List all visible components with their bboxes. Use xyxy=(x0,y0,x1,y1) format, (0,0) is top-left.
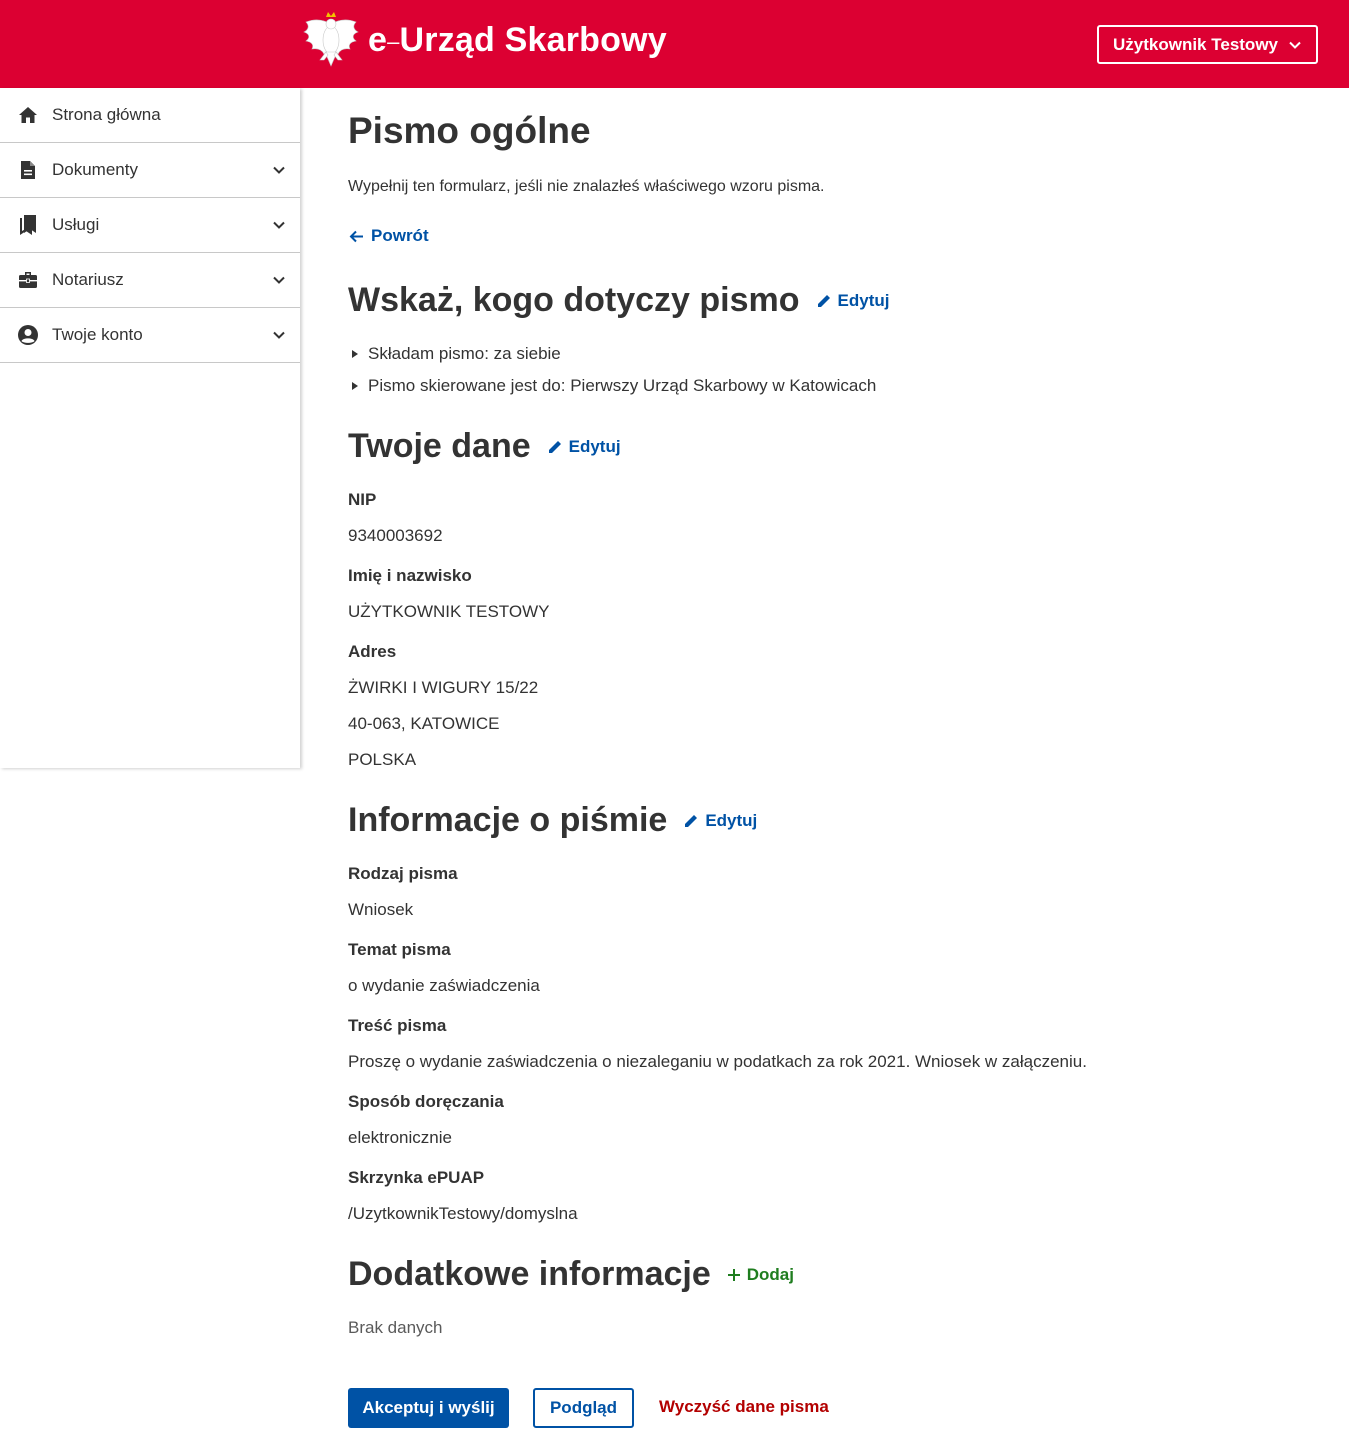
preview-button[interactable]: Podgląd xyxy=(533,1388,634,1428)
user-menu-label: Użytkownik Testowy xyxy=(1113,34,1278,54)
user-menu-button[interactable]: Użytkownik Testowy xyxy=(1097,25,1318,64)
sidebar-item-documents[interactable]: Dokumenty xyxy=(0,143,300,198)
chevron-down-icon xyxy=(273,221,285,229)
delivery-method-value: elektronicznie xyxy=(348,1128,452,1147)
edit-link-label: Edytuj xyxy=(568,436,621,456)
list-item-text: Składam pismo: za siebie xyxy=(368,344,561,363)
epuap-box-label: Skrzynka ePUAP xyxy=(348,1168,485,1187)
home-icon xyxy=(17,104,39,126)
bullet-triangle-icon xyxy=(352,382,358,390)
nip-value: 9340003692 xyxy=(348,526,443,545)
letter-type-label: Rodzaj pisma xyxy=(348,864,458,883)
edit-your-data-link[interactable]: Edytuj xyxy=(547,437,621,457)
back-link-label: Powrót xyxy=(371,226,429,245)
sidebar-item-label: Twoje konto xyxy=(52,325,143,344)
brand-dash: – xyxy=(387,29,400,54)
bullet-triangle-icon xyxy=(352,350,358,358)
list-item: Pismo skierowane jest do: Pierwszy Urząd… xyxy=(352,376,876,396)
name-label: Imię i nazwisko xyxy=(348,566,472,585)
back-link[interactable]: Powrót xyxy=(348,226,429,246)
address-line-2: 40-063, KATOWICE xyxy=(348,714,500,733)
document-icon xyxy=(17,159,39,181)
pencil-icon xyxy=(685,814,698,827)
brand-name: Urząd Skarbowy xyxy=(399,21,667,59)
sidebar-item-services[interactable]: Usługi xyxy=(0,198,300,253)
section-heading-text: Informacje o piśmie xyxy=(348,801,668,839)
chevron-down-icon xyxy=(1289,41,1301,49)
nip-label: NIP xyxy=(348,490,377,509)
section-heading-letter-info: Informacje o piśmie Edytuj xyxy=(348,801,757,840)
section-heading-text: Wskaż, kogo dotyczy pismo xyxy=(348,281,800,319)
sidebar-item-label: Strona główna xyxy=(52,105,161,124)
section-heading-additional-info: Dodatkowe informacje Dodaj xyxy=(348,1255,794,1294)
plus-icon xyxy=(727,1268,740,1281)
name-value: UŻYTKOWNIK TESTOWY xyxy=(348,602,550,621)
page-title: Pismo ogólne xyxy=(348,110,591,151)
list-item-text: Pismo skierowane jest do: Pierwszy Urząd… xyxy=(368,376,877,395)
pencil-icon xyxy=(817,294,830,307)
add-additional-info-link[interactable]: Dodaj xyxy=(727,1265,794,1285)
section-heading-text: Dodatkowe informacje xyxy=(348,1255,711,1293)
arrow-left-icon xyxy=(349,230,363,242)
sidebar-item-home[interactable]: Strona główna xyxy=(0,88,300,143)
epuap-box-value: /UzytkownikTestowy/domyslna xyxy=(348,1204,578,1223)
bookmarks-icon xyxy=(17,214,39,236)
sidebar-item-notary[interactable]: Notariusz xyxy=(0,253,300,308)
pencil-icon xyxy=(548,440,561,453)
sidebar-item-label: Dokumenty xyxy=(52,160,138,179)
account-icon xyxy=(17,324,39,346)
section-heading-your-data: Twoje dane Edytuj xyxy=(348,427,621,466)
address-line-1: ŻWIRKI I WIGURY 15/22 xyxy=(348,678,539,697)
edit-recipient-link[interactable]: Edytuj xyxy=(816,290,890,311)
delivery-method-label: Sposób doręczania xyxy=(348,1092,504,1111)
edit-link-label: Edytuj xyxy=(705,810,758,830)
brand-prefix: e xyxy=(368,21,388,59)
chevron-down-icon xyxy=(273,331,285,339)
sidebar-item-account[interactable]: Twoje konto xyxy=(0,308,300,363)
letter-content-value: Proszę o wydanie zaświadczenia o niezale… xyxy=(348,1052,1087,1071)
briefcase-icon xyxy=(17,269,39,291)
letter-subject-label: Temat pisma xyxy=(348,940,451,959)
no-data-text: Brak danych xyxy=(348,1318,443,1337)
accept-and-send-button[interactable]: Akceptuj i wyślij xyxy=(348,1388,509,1428)
address-line-3: POLSKA xyxy=(348,750,417,769)
brand-title[interactable]: e–Urząd Skarbowy xyxy=(368,21,667,60)
letter-type-value: Wniosek xyxy=(348,900,414,919)
section-heading-recipient: Wskaż, kogo dotyczy pismo Edytuj xyxy=(348,281,889,320)
chevron-down-icon xyxy=(273,276,285,284)
chevron-down-icon xyxy=(273,166,285,174)
edit-link-label: Edytuj xyxy=(837,290,890,310)
eagle-emblem-icon xyxy=(303,12,359,67)
letter-subject-value: o wydanie zaświadczenia xyxy=(348,976,540,995)
section-heading-text: Twoje dane xyxy=(348,427,531,465)
top-header: e–Urząd Skarbowy Użytkownik Testowy xyxy=(0,0,1349,88)
sidebar-nav: Strona główna Dokumenty Usługi Notariusz… xyxy=(0,88,300,768)
sidebar-item-label: Usługi xyxy=(52,215,100,234)
address-label: Adres xyxy=(348,642,397,661)
clear-letter-data-link[interactable]: Wyczyść dane pisma xyxy=(659,1397,829,1417)
sidebar-item-label: Notariusz xyxy=(52,270,124,289)
edit-letter-info-link[interactable]: Edytuj xyxy=(683,811,757,831)
add-link-label: Dodaj xyxy=(746,1264,794,1284)
list-item: Składam pismo: za siebie xyxy=(352,344,561,364)
page-lead-text: Wypełnij ten formularz, jeśli nie znalaz… xyxy=(348,178,825,195)
letter-content-label: Treść pisma xyxy=(348,1016,447,1035)
